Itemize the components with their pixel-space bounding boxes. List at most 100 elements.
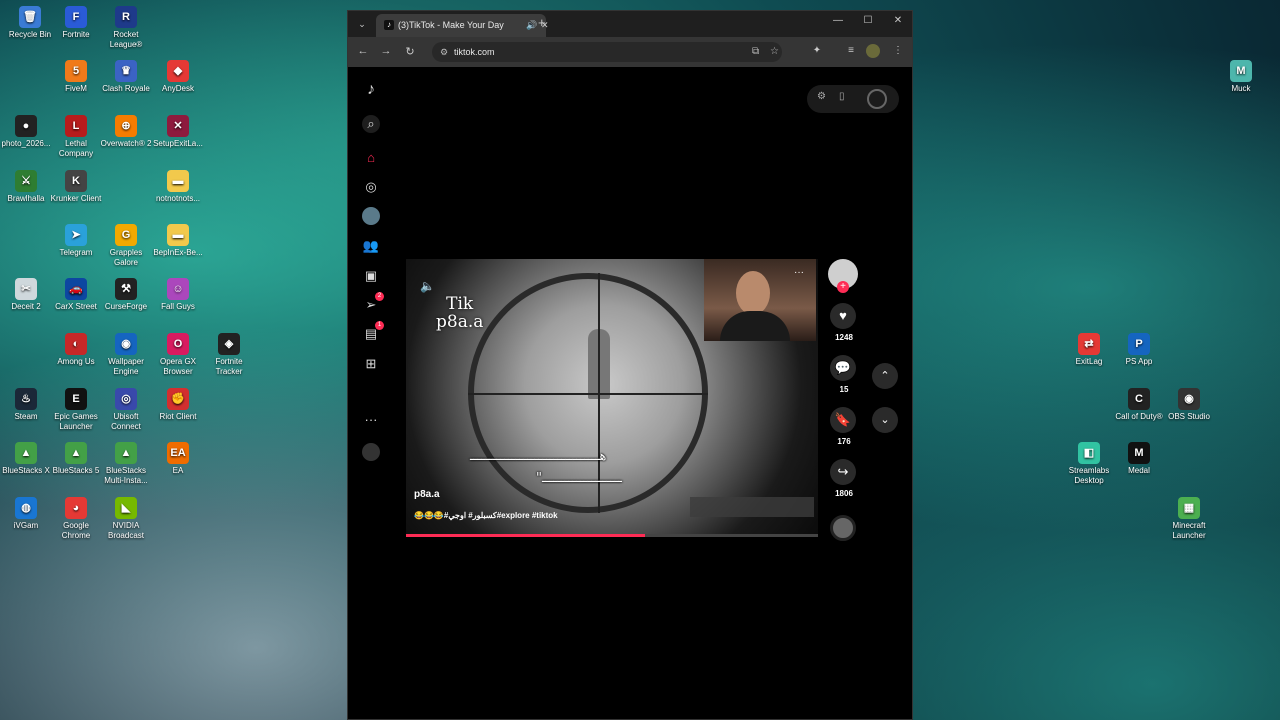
app-icon: C — [1128, 388, 1150, 410]
desktop-icon[interactable]: ▲ BlueStacks Multi-Insta... — [100, 442, 152, 486]
desktop-icon[interactable]: ● photo_2026... — [0, 115, 52, 149]
desktop-icon[interactable]: ⊕ Overwatch® 2 — [100, 115, 152, 149]
menu-kebab-icon[interactable]: ⋮ — [891, 45, 905, 56]
desktop-icon[interactable]: R Rocket League® — [100, 6, 152, 50]
desktop-icon[interactable]: EA EA — [152, 442, 204, 476]
desktop-icon[interactable]: ⚔ Brawlhalla — [0, 170, 52, 204]
close-window-button[interactable]: ✕ — [888, 15, 908, 26]
desktop-icon[interactable]: ▲ BlueStacks 5 — [50, 442, 102, 476]
app-icon: P — [1128, 333, 1150, 355]
desktop-icon[interactable]: ◣ NVIDIA Broadcast — [100, 497, 152, 541]
extensions-icon[interactable]: ✦ — [810, 45, 824, 56]
messages-icon[interactable]: ➢ 2 — [362, 292, 384, 314]
live-icon[interactable]: ▣ — [362, 267, 380, 285]
site-info-icon[interactable]: ⚙ — [440, 42, 448, 62]
desktop-icon[interactable]: 5 FiveM — [50, 60, 102, 94]
desktop-icon[interactable]: ➤ Telegram — [50, 224, 102, 258]
inbox-icon[interactable]: ▤ 1 — [362, 321, 384, 343]
video-caption: 😂😂😂#كسبلور# اوجي#explore #tiktok — [414, 511, 558, 520]
address-bar[interactable]: ⚙ tiktok.com ⧉ ☆ — [432, 42, 782, 62]
desktop-icon[interactable]: ◉ Wallpaper Engine — [100, 333, 152, 377]
desktop-icon[interactable]: ◧ Streamlabs Desktop — [1063, 442, 1115, 486]
desktop-icon-label: Overwatch® 2 — [100, 139, 152, 148]
bookmark-star-icon[interactable]: ☆ — [770, 42, 779, 62]
video-player[interactable]: ··· 🔈 Tik p8a.a هـــــــــــــــــــــــ… — [406, 259, 818, 537]
app-icon: ➤ — [65, 224, 87, 246]
previous-video-chevron-up-icon[interactable]: ⌃ — [872, 363, 898, 389]
desktop-icon[interactable]: ◎ Ubisoft Connect — [100, 388, 152, 432]
video-author[interactable]: p8a.a — [414, 489, 440, 500]
following-avatar-icon[interactable] — [362, 207, 380, 225]
desktop-icon[interactable]: M Medal — [1113, 442, 1165, 476]
desktop-icon[interactable]: ⚒ CurseForge — [100, 278, 152, 312]
desktop-icon[interactable]: L Lethal Company — [50, 115, 102, 159]
minimize-button[interactable]: — — [828, 15, 848, 26]
profile-avatar[interactable] — [866, 44, 880, 58]
desktop-icon[interactable]: ♨ Steam — [0, 388, 52, 422]
device-icon[interactable]: ▯ — [839, 91, 845, 102]
music-disc-icon[interactable] — [830, 515, 856, 541]
reload-icon[interactable]: ↻ — [403, 45, 417, 58]
desktop-icon[interactable]: ▦ Minecraft Launcher — [1163, 497, 1215, 541]
settings-icon[interactable]: ⚙ — [817, 91, 826, 102]
more-menu-icon[interactable]: ··· — [362, 411, 380, 429]
desktop-icon[interactable]: ▬ BepInEx-Be... — [152, 224, 204, 258]
desktop-icon[interactable]: 🗑 Recycle Bin — [4, 6, 56, 40]
speaker-icon[interactable]: 🔈 — [420, 279, 435, 293]
tab-tiktok[interactable]: ♪ (3)TikTok - Make Your Day 🔊 ✕ — [376, 14, 549, 37]
tab-audio-icon[interactable]: 🔊 — [526, 14, 537, 37]
video-options-icon[interactable]: ··· — [794, 267, 804, 278]
friends-icon[interactable]: 👥 — [362, 237, 380, 255]
desktop-icon[interactable]: E Epic Games Launcher — [50, 388, 102, 432]
search-icon[interactable]: ⌕ — [362, 115, 380, 133]
install-app-icon[interactable]: ⧉ — [752, 42, 759, 62]
desktop-icon[interactable]: ☺ Fall Guys — [152, 278, 204, 312]
desktop-icon[interactable]: K Krunker Client — [50, 170, 102, 204]
desktop-icon[interactable]: G Grapples Galore — [100, 224, 152, 268]
next-video-chevron-down-icon[interactable]: ⌄ — [872, 407, 898, 433]
media-control-icon[interactable]: ≡ — [844, 45, 858, 56]
desktop-icon[interactable]: O Opera GX Browser — [152, 333, 204, 377]
desktop-icon[interactable]: ✂ Deceit 2 — [0, 278, 52, 312]
desktop-icon[interactable]: ◆ AnyDesk — [152, 60, 204, 94]
home-icon[interactable]: ⌂ — [362, 149, 380, 167]
desktop-icon[interactable]: ⇄ ExitLag — [1063, 333, 1115, 367]
desktop-icon[interactable]: ◐ Among Us — [50, 333, 102, 367]
desktop-icon[interactable]: F Fortnite — [50, 6, 102, 40]
comment-icon[interactable]: 💬 — [830, 355, 856, 381]
bookmark-icon[interactable]: 🔖 — [830, 407, 856, 433]
like-heart-icon[interactable]: ♥ — [830, 303, 856, 329]
app-icon: ⚒ — [115, 278, 137, 300]
desktop-icon[interactable]: ✊ Riot Client — [152, 388, 204, 422]
explore-icon[interactable]: ◎ — [362, 178, 380, 196]
desktop-icon-label: CarX Street — [55, 302, 97, 311]
desktop-icon-label: PS App — [1125, 357, 1153, 366]
account-circle-icon[interactable] — [867, 89, 887, 109]
profile-icon[interactable] — [362, 443, 380, 461]
tiktok-logo-icon[interactable]: ♪ — [362, 81, 380, 99]
maximize-button[interactable]: ☐ — [858, 15, 878, 26]
desktop-icon[interactable]: ◉ OBS Studio — [1163, 388, 1215, 422]
desktop-icon-label: BlueStacks X — [2, 466, 50, 475]
back-icon[interactable]: ← — [356, 45, 370, 57]
desktop-icon[interactable]: P PS App — [1113, 333, 1165, 367]
desktop-icon[interactable]: M Muck — [1215, 60, 1267, 94]
tab-search-icon[interactable]: ⌄ — [354, 16, 370, 32]
forward-icon[interactable]: → — [379, 45, 393, 57]
desktop-icon[interactable]: ▬ notnotnots... — [152, 170, 204, 204]
desktop-icon[interactable]: ▲ BlueStacks X — [0, 442, 52, 476]
follow-plus-icon[interactable]: + — [837, 281, 849, 293]
desktop-icon[interactable]: C Call of Duty® — [1113, 388, 1165, 422]
desktop-icon[interactable]: ◈ Fortnite Tracker — [203, 333, 255, 377]
crosshair-horizontal — [468, 393, 708, 395]
video-progress-bar[interactable] — [406, 534, 818, 537]
upload-icon[interactable]: ⊞ — [362, 355, 380, 373]
desktop-icon[interactable]: ◍ iVGam — [0, 497, 52, 531]
desktop-icon[interactable]: ♛ Clash Royale — [100, 60, 152, 94]
desktop-icon[interactable]: 🚗 CarX Street — [50, 278, 102, 312]
new-tab-button[interactable]: + — [538, 15, 546, 30]
share-icon[interactable]: ↪ — [830, 459, 856, 485]
desktop-icon[interactable]: ✕ SetupExitLa... — [152, 115, 204, 149]
save-count: 176 — [837, 437, 851, 446]
desktop-icon[interactable]: ◕ Google Chrome — [50, 497, 102, 541]
